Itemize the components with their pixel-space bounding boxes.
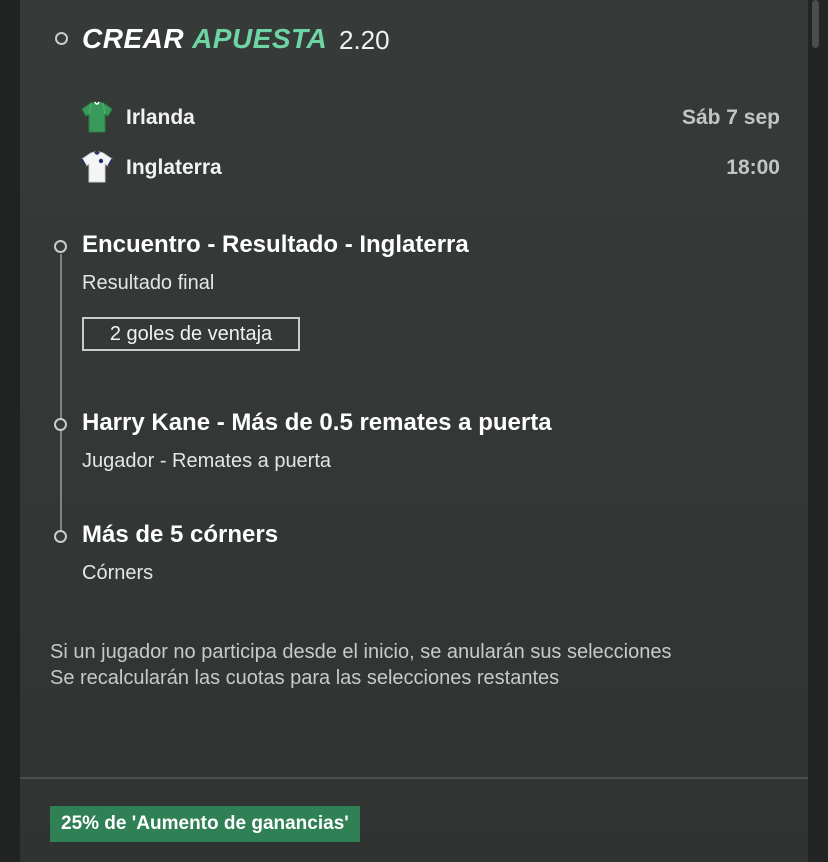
green-jersey-icon xyxy=(81,101,113,133)
bet-odds: 2.20 xyxy=(339,25,390,55)
selection-3-title: Más de 5 córners xyxy=(82,521,279,548)
selection-timeline xyxy=(60,254,62,536)
divider xyxy=(20,777,808,779)
title-crear: CREAR xyxy=(82,23,185,54)
away-team-name: Inglaterra xyxy=(126,156,222,179)
title-apuesta: APUESTA xyxy=(192,23,328,54)
bet-rules-note: Si un jugador no participa desde el inic… xyxy=(50,639,790,691)
header-bullet-icon xyxy=(55,32,68,45)
earnings-boost-badge[interactable]: 25% de 'Aumento de ganancias' xyxy=(50,806,360,842)
white-jersey-icon xyxy=(81,151,113,183)
selection-3-bullet-icon xyxy=(54,530,67,543)
selection-1-market: Resultado final xyxy=(82,272,215,294)
selection-1-bullet-icon xyxy=(54,240,67,253)
home-team-name: Irlanda xyxy=(126,106,195,129)
selection-2-bullet-icon xyxy=(54,418,67,431)
bet-builder-card: CREAR APUESTA 2.20 Irlanda Sáb 7 sep Ingl… xyxy=(20,0,808,862)
scrollbar-thumb[interactable] xyxy=(812,0,819,48)
page-title: CREAR APUESTA xyxy=(82,22,327,56)
match-time: 18:00 xyxy=(726,156,780,179)
selection-2-title: Harry Kane - Más de 0.5 remates a puerta xyxy=(82,409,552,436)
match-date: Sáb 7 sep xyxy=(681,106,780,129)
left-gutter xyxy=(0,0,20,862)
away-team-row: Inglaterra 18:00 xyxy=(80,150,780,184)
home-team-row: Irlanda Sáb 7 sep xyxy=(80,100,780,134)
note-recalc-rule: Se recalcularán las cuotas para las sele… xyxy=(50,667,560,689)
selection-3-market: Córners xyxy=(82,562,154,584)
note-void-rule: Si un jugador no participa desde el inic… xyxy=(50,641,672,663)
right-gutter xyxy=(808,0,828,862)
selection-2-market: Jugador - Remates a puerta xyxy=(82,450,332,472)
selection-1-outcome-tag: 2 goles de ventaja xyxy=(82,317,300,351)
selection-1-title: Encuentro - Resultado - Inglaterra xyxy=(82,231,469,258)
